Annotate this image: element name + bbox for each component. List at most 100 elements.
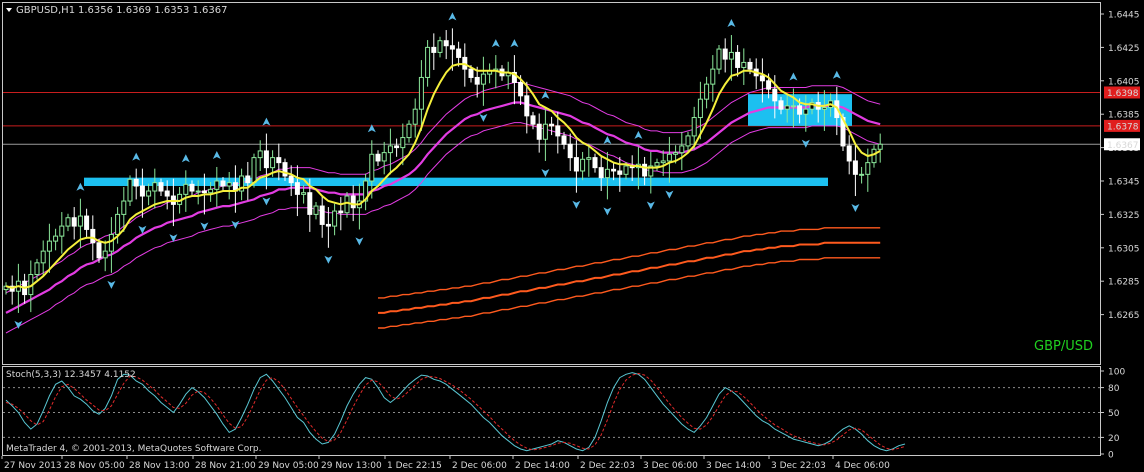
candle-body xyxy=(418,76,424,110)
candle-body xyxy=(598,167,604,179)
candle-body xyxy=(226,182,232,187)
candle-body xyxy=(536,123,542,140)
candle-body xyxy=(46,240,52,252)
fractal-down-arrow xyxy=(479,113,488,122)
candle-body xyxy=(604,168,610,179)
candle-body xyxy=(375,153,381,162)
candle-body xyxy=(728,51,734,60)
candle-body xyxy=(344,195,350,214)
candle-body xyxy=(691,117,697,137)
candle-body xyxy=(102,250,108,259)
candle-body xyxy=(518,81,524,97)
stoch-lines xyxy=(5,372,906,452)
stoch-tick-label: 0 xyxy=(1108,451,1114,461)
fractal-down-arrow xyxy=(200,222,209,231)
candle-body xyxy=(270,157,276,169)
x-tick-label: 4 Dec 06:00 xyxy=(835,461,890,471)
candle-body xyxy=(716,48,722,70)
x-tick-label: 1 Dec 22:15 xyxy=(387,461,442,471)
candle-body xyxy=(468,68,474,78)
fractal-up-arrow xyxy=(832,70,841,79)
candle-body xyxy=(456,48,462,58)
fractal-down-arrow xyxy=(324,255,333,264)
candle-body xyxy=(394,145,400,149)
candle-body xyxy=(567,143,573,159)
candle-body xyxy=(40,250,46,264)
x-tick-label: 2 Dec 22:03 xyxy=(580,461,635,471)
candle-body xyxy=(108,233,114,252)
stoch-tick-label: 50 xyxy=(1108,409,1120,419)
candle-body xyxy=(759,75,765,82)
triangle-down-icon[interactable] xyxy=(6,8,12,12)
candle-body xyxy=(350,195,356,209)
stoch-main-line xyxy=(5,372,906,452)
candle-body xyxy=(704,83,710,100)
stoch-tick-label: 100 xyxy=(1108,368,1125,378)
fractal-up-arrow xyxy=(634,130,643,139)
candle-body xyxy=(480,73,486,85)
candle-body xyxy=(288,175,294,184)
candle-body xyxy=(437,40,443,53)
candle-body xyxy=(803,108,809,115)
candle-body xyxy=(443,40,449,47)
fractal-up-arrow xyxy=(448,12,457,21)
candle-body xyxy=(412,108,418,125)
fractal-up-arrow xyxy=(510,39,519,48)
y-tick-label: 1.6325 xyxy=(1108,211,1140,221)
y-tick-label: 1.6425 xyxy=(1108,44,1140,54)
candle-body xyxy=(611,168,617,172)
chart-canvas: 1.64451.64251.64051.63851.63651.63451.63… xyxy=(1,2,1140,471)
price-tag-label: 1.6378 xyxy=(1107,122,1139,132)
ma-mid-line xyxy=(5,101,881,314)
x-tick-label: 27 Nov 2013 xyxy=(4,461,62,471)
fractal-down-arrow xyxy=(801,139,810,148)
candle-body xyxy=(784,105,790,110)
candle-body xyxy=(251,157,257,184)
x-tick-label: 3 Dec 22:03 xyxy=(771,461,826,471)
candle-body xyxy=(859,173,865,176)
y-axis: 1.64451.64251.64051.63851.63651.63451.63… xyxy=(1100,11,1140,461)
fractal-down-arrow xyxy=(572,200,581,209)
candle-body xyxy=(877,143,883,150)
candle-body xyxy=(164,190,170,197)
candle-body xyxy=(592,157,598,169)
fractal-down-arrow xyxy=(107,280,116,289)
symbol-timeframe: GBPUSD,H1 xyxy=(16,5,75,16)
candle-body xyxy=(77,215,83,227)
y-tick-label: 1.6285 xyxy=(1108,278,1140,288)
candle-body xyxy=(65,217,71,227)
fractal-down-arrow xyxy=(355,237,364,246)
stoch-tick-label: 20 xyxy=(1108,434,1120,444)
x-tick-label: 2 Dec 14:00 xyxy=(515,461,570,471)
fractal-up-arrow xyxy=(132,152,141,161)
stoch-panel-frame xyxy=(2,366,1101,456)
symbol-watermark: GBP/USD xyxy=(1034,339,1093,354)
candle-body xyxy=(790,105,796,108)
candle-body xyxy=(580,158,586,172)
x-axis: 27 Nov 2013 28 Nov 05:00 28 Nov 13:00 28 No… xyxy=(1,456,890,471)
candle-body xyxy=(34,262,40,276)
fractal-up-arrow xyxy=(212,150,221,159)
candle-body xyxy=(183,183,189,195)
candle-body xyxy=(369,153,375,182)
candle-body xyxy=(549,123,555,127)
candle-body xyxy=(325,223,331,227)
y-tick-label: 1.6445 xyxy=(1108,11,1140,21)
candle-body xyxy=(195,190,201,193)
candle-body xyxy=(852,160,858,175)
ma-mid-lower-band xyxy=(5,122,881,334)
candle-body xyxy=(573,157,579,172)
candle-body xyxy=(319,205,325,225)
candle-body xyxy=(53,235,59,242)
ma-slow-line xyxy=(378,257,881,329)
candle-body xyxy=(654,162,660,167)
candle-body xyxy=(332,210,338,227)
support-zone xyxy=(84,177,828,187)
candle-body xyxy=(127,178,133,202)
candle-body xyxy=(778,100,784,110)
candle-body xyxy=(821,107,827,110)
candle-body xyxy=(766,80,772,90)
fractal-down-arrow xyxy=(646,201,655,210)
ma-slow-layer xyxy=(378,227,881,329)
candle-body xyxy=(400,137,406,149)
